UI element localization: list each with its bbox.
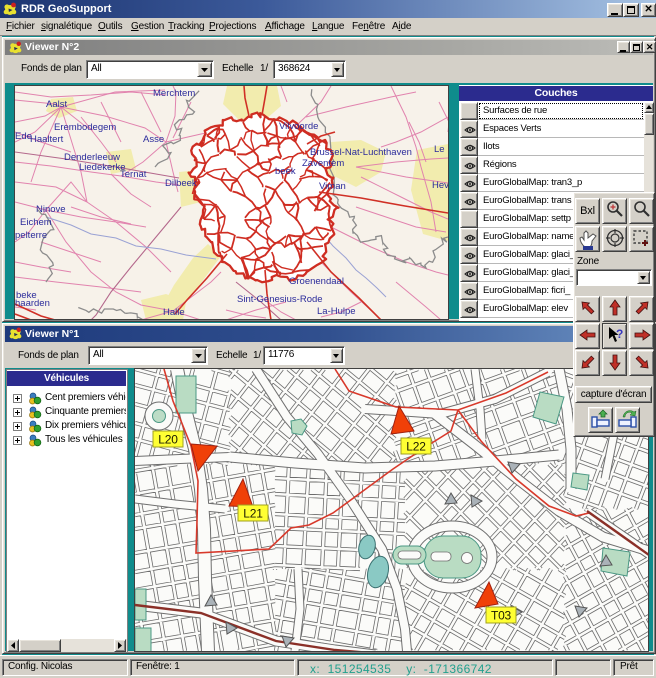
svg-text:Le: Le [434,144,445,155]
svg-text:Dilbeek: Dilbeek [165,178,197,189]
svg-text:Halle: Halle [163,307,185,318]
svg-text:Aalst: Aalst [46,99,67,110]
svg-text:Ternat: Ternat [120,169,147,180]
svg-text:pelterre: pelterre [15,230,47,241]
svg-text:haarden: haarden [15,298,50,309]
svg-text:beek: beek [275,166,296,177]
svg-text:Viman: Viman [319,181,346,192]
svg-text:L20: L20 [158,433,178,447]
svg-text:Ninove: Ninove [36,204,66,215]
svg-text:L21: L21 [243,507,263,521]
svg-text:?: ? [616,327,623,341]
svg-text:Zaventem: Zaventem [302,158,344,169]
svg-text:Haaltert: Haaltert [30,134,64,145]
svg-text:Merchtem: Merchtem [153,88,195,99]
svg-text:Liedekerke: Liedekerke [79,162,125,173]
svg-text:Asse: Asse [143,134,164,145]
svg-text:La-Hulpe: La-Hulpe [317,306,356,317]
svg-text:Vilvoorde: Vilvoorde [279,121,318,132]
svg-text:T03: T03 [491,609,512,623]
svg-text:L22: L22 [406,440,426,454]
svg-text:Groenendaal: Groenendaal [289,276,344,287]
svg-text:Sint-Genesius-Rode: Sint-Genesius-Rode [237,294,323,305]
svg-text:Hever: Hever [432,180,448,191]
svg-text:Brussel-Nat-Luchthaven: Brussel-Nat-Luchthaven [310,147,412,158]
svg-text:Erembodegem: Erembodegem [54,122,116,133]
svg-text:Eichem: Eichem [20,217,52,228]
